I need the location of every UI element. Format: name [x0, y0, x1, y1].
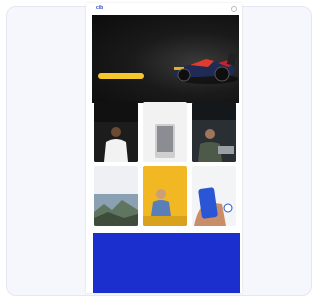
- tile-image-device: [155, 124, 175, 158]
- logo[interactable]: cib: [96, 5, 103, 11]
- tile-1[interactable]: [94, 102, 138, 162]
- top-nav: cib: [86, 3, 242, 15]
- tile-4[interactable]: [94, 166, 138, 226]
- tile-image-person: [94, 122, 138, 162]
- tile-image-person-laptop: [192, 120, 236, 162]
- tile-image-landscape: [94, 194, 138, 226]
- search-icon[interactable]: [231, 6, 237, 12]
- hero-banner[interactable]: [92, 15, 239, 103]
- tile-image-person-yellow: [143, 189, 187, 226]
- footer-band: [93, 233, 240, 293]
- tile-5[interactable]: [143, 166, 187, 226]
- tile-2[interactable]: [143, 102, 187, 162]
- tile-image-phone: [194, 187, 233, 226]
- hero-cta-button[interactable]: [98, 73, 144, 79]
- tile-6[interactable]: [192, 166, 236, 226]
- tile-3[interactable]: [192, 102, 236, 162]
- race-car-image: [172, 52, 238, 84]
